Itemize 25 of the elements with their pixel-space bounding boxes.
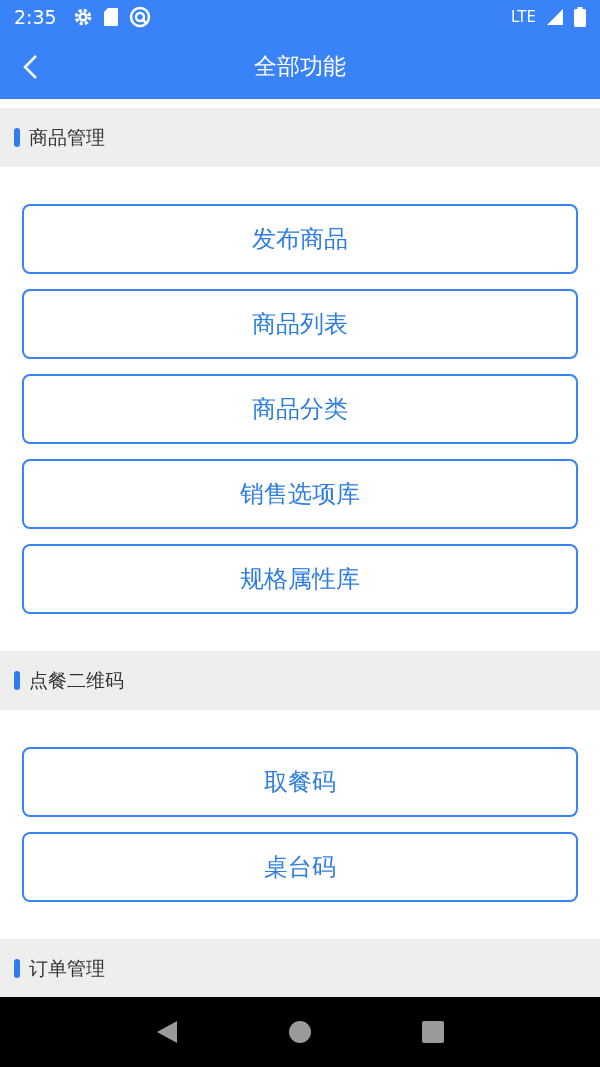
signal-icon (546, 8, 564, 26)
status-time: 2:35 (14, 6, 57, 28)
section-marker (14, 128, 20, 147)
network-label: LTE (511, 8, 536, 26)
function-button[interactable]: 商品列表 (22, 289, 578, 359)
circle-icon (128, 6, 151, 28)
function-button[interactable]: 桌台码 (22, 832, 578, 902)
section-title: 点餐二维码 (29, 667, 124, 693)
section-marker (14, 671, 20, 690)
battery-icon (574, 7, 586, 27)
gear-icon (72, 7, 93, 27)
function-button[interactable]: 销售选项库 (22, 459, 578, 529)
section-marker (14, 959, 20, 978)
function-button[interactable]: 发布商品 (22, 204, 578, 274)
function-button[interactable]: 规格属性库 (22, 544, 578, 614)
section-title: 商品管理 (29, 124, 105, 150)
sd-card-icon (102, 7, 119, 27)
back-icon[interactable] (22, 54, 38, 80)
page-title: 全部功能 (254, 52, 346, 81)
function-button[interactable]: 取餐码 (22, 747, 578, 817)
back-icon[interactable] (155, 1020, 178, 1044)
function-button[interactable]: 商品分类 (22, 374, 578, 444)
section-title: 订单管理 (29, 955, 105, 981)
recents-icon[interactable] (422, 1021, 445, 1043)
home-icon[interactable] (289, 1021, 311, 1043)
